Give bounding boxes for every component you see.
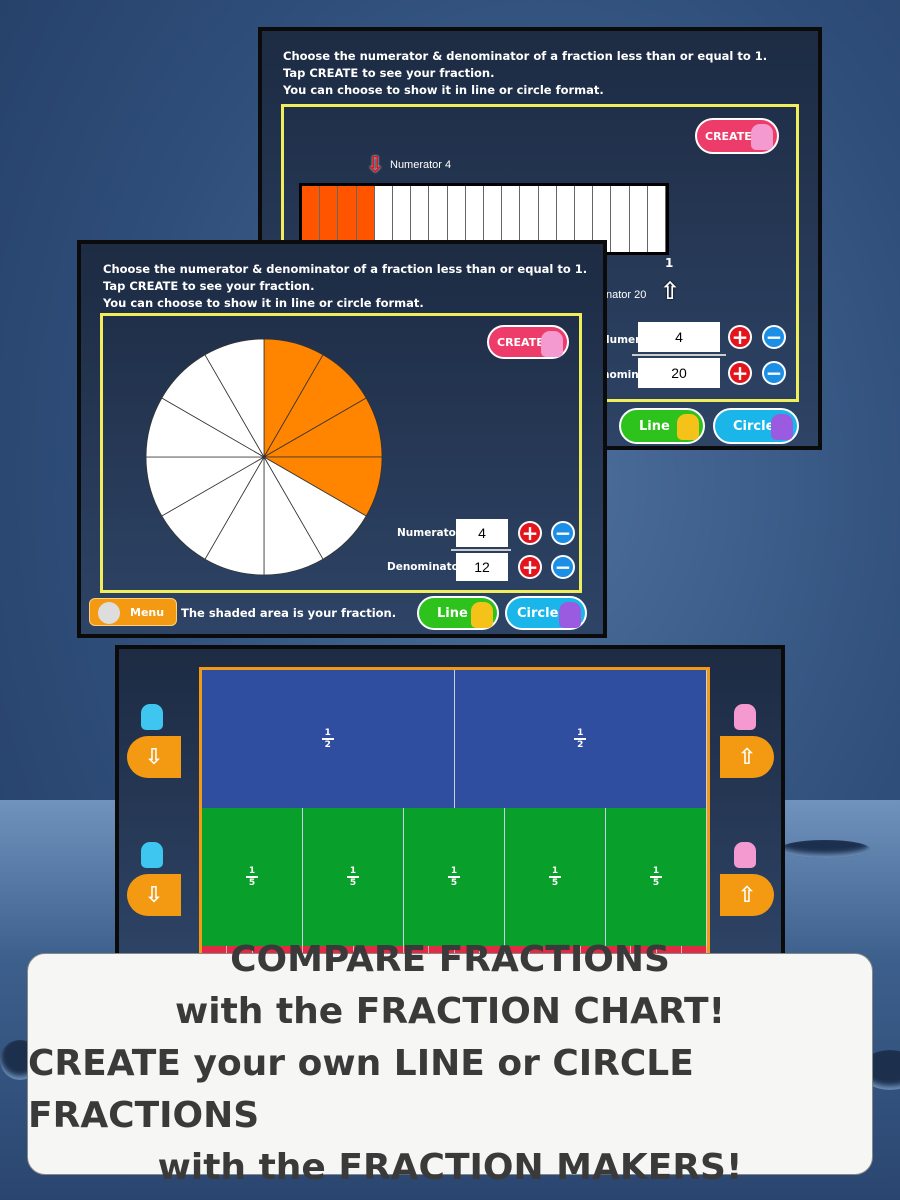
fraction-chart: 12121515151515 (199, 667, 710, 967)
line-segment (611, 186, 630, 252)
fraction-cell[interactable]: 15 (404, 808, 505, 946)
create-button[interactable]: CREATE (487, 325, 569, 359)
row2-up-button[interactable]: ⇧ (720, 842, 774, 916)
numerator-label: Numerator (397, 527, 461, 539)
fraction-cell[interactable]: 15 (505, 808, 606, 946)
promo-caption: COMPARE FRACTIONS with the FRACTION CHAR… (27, 939, 873, 1188)
numerator-plus-button[interactable]: + (728, 325, 752, 349)
numerator-field[interactable]: 4 (456, 519, 508, 547)
monster-icon (541, 331, 563, 357)
end-label: 1 (665, 256, 674, 270)
cell-numerator: 1 (324, 728, 331, 739)
monster-icon (734, 842, 756, 868)
instruction-line: Choose the numerator & denominator of a … (103, 262, 588, 276)
circle-label: Circle (517, 605, 559, 621)
cell-denominator: 2 (577, 739, 584, 750)
instruction-line: You can choose to show it in line or cir… (283, 83, 604, 97)
monster-icon (677, 414, 699, 440)
fraction-circle (145, 338, 383, 576)
denominator-label: Denominator (387, 561, 465, 573)
line-label: Line (437, 605, 468, 621)
circle-maker-screen: Choose the numerator & denominator of a … (77, 240, 607, 638)
row1-down-button[interactable]: ⇩ (127, 704, 181, 778)
cell-denominator: 5 (652, 877, 660, 888)
fraction-cell[interactable]: 12 (454, 670, 707, 808)
monster-icon (141, 842, 163, 868)
row1-up-button[interactable]: ⇧ (720, 704, 774, 778)
monster-icon (141, 704, 163, 730)
circle-button[interactable]: Circle (713, 408, 799, 444)
monster-icon (751, 124, 773, 150)
numerator-minus-button[interactable]: − (762, 325, 786, 349)
create-label: CREATE (705, 129, 752, 143)
line-label: Line (639, 418, 670, 434)
instruction-line: Tap CREATE to see your fraction. (283, 66, 495, 80)
instructions: Choose the numerator & denominator of a … (283, 48, 767, 99)
row2-down-button[interactable]: ⇩ (127, 842, 181, 916)
caption-line: with the FRACTION MAKERS! (157, 1147, 743, 1188)
astronaut-icon (98, 602, 120, 624)
cell-denominator: 5 (450, 877, 458, 888)
caption-line: CREATE your own LINE or CIRCLE FRACTIONS (28, 1043, 694, 1136)
numerator-field[interactable]: 4 (638, 322, 720, 352)
circle-label: Circle (733, 418, 775, 434)
menu-button[interactable]: Menu (89, 598, 177, 626)
cell-numerator: 1 (652, 866, 660, 877)
fraction-chart-screen: 12121515151515 ⇩ ⇩ ⇧ ⇧ (115, 645, 785, 967)
monster-icon (559, 602, 581, 628)
denominator-field[interactable]: 12 (456, 553, 508, 581)
cell-denominator: 5 (349, 877, 357, 888)
caption-line: COMPARE FRACTIONS (230, 939, 670, 980)
create-label: CREATE (497, 335, 544, 349)
monster-icon (734, 704, 756, 730)
cell-numerator: 1 (248, 866, 256, 877)
numerator-marker: Numerator 4 (390, 159, 452, 171)
create-button[interactable]: CREATE (695, 118, 779, 154)
instruction-line: Choose the numerator & denominator of a … (283, 49, 768, 63)
denominator-plus-button[interactable]: + (728, 361, 752, 385)
denominator-minus-button[interactable]: − (762, 361, 786, 385)
circle-button[interactable]: Circle (505, 596, 587, 630)
caption-line: with the FRACTION CHART! (174, 991, 726, 1032)
numerator-plus-button[interactable]: + (518, 521, 542, 545)
fraction-bar-divider (632, 354, 726, 356)
cell-numerator: 1 (577, 728, 584, 739)
fraction-cell[interactable]: 15 (202, 808, 303, 946)
monster-icon (771, 414, 793, 440)
denominator-marker: nator 20 (606, 289, 647, 301)
cell-denominator: 5 (551, 877, 559, 888)
instruction-line: You can choose to show it in line or cir… (103, 296, 424, 310)
line-segment (629, 186, 648, 252)
instruction-line: Tap CREATE to see your fraction. (103, 279, 315, 293)
cell-denominator: 5 (248, 877, 256, 888)
fraction-cell[interactable]: 15 (303, 808, 404, 946)
denominator-minus-button[interactable]: − (551, 555, 575, 579)
line-button[interactable]: Line (417, 596, 499, 630)
cell-numerator: 1 (349, 866, 357, 877)
numerator-arrow-icon: ⇩ (366, 153, 385, 178)
denominator-arrow-icon: ⇧ (660, 277, 681, 305)
cell-numerator: 1 (551, 866, 559, 877)
denominator-plus-button[interactable]: + (518, 555, 542, 579)
denominator-field[interactable]: 20 (638, 358, 720, 388)
fraction-cell[interactable]: 15 (606, 808, 707, 946)
numerator-minus-button[interactable]: − (551, 521, 575, 545)
line-segment (647, 186, 667, 252)
fraction-cell[interactable]: 12 (202, 670, 455, 808)
instructions: Choose the numerator & denominator of a … (103, 261, 587, 312)
line-button[interactable]: Line (619, 408, 705, 444)
fraction-bar-divider (451, 549, 511, 551)
cell-numerator: 1 (450, 866, 458, 877)
menu-label: Menu (130, 605, 165, 619)
status-text: The shaded area is your fraction. (181, 606, 397, 620)
monster-icon (471, 602, 493, 628)
cell-denominator: 2 (324, 739, 331, 750)
